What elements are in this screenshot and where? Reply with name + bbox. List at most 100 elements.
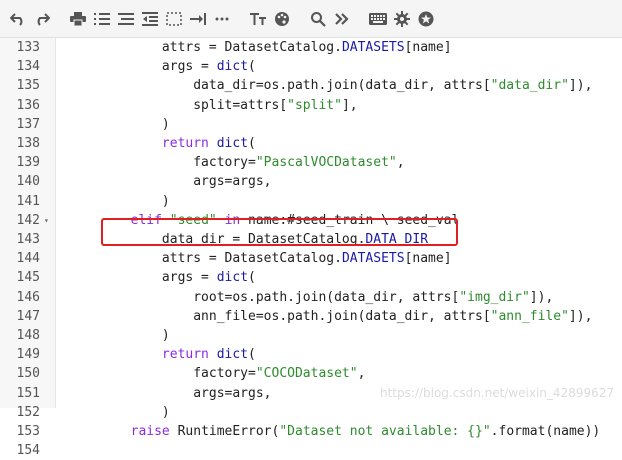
palette-icon[interactable] <box>272 9 292 29</box>
code-line[interactable]: 140 args=args, <box>0 172 622 191</box>
numbered-list-icon[interactable] <box>92 9 112 29</box>
line-number: 145 <box>16 270 40 286</box>
line-number: 152 <box>16 404 40 420</box>
indent-icon[interactable] <box>188 9 208 29</box>
bulleted-list-icon[interactable] <box>116 9 136 29</box>
code-token: return <box>161 347 209 363</box>
code-line[interactable]: 141 ) <box>0 192 622 211</box>
code-token: dict <box>216 59 249 75</box>
line-number: 142 <box>16 212 40 228</box>
code-line[interactable]: 150 factory="COCODataset", <box>0 364 622 383</box>
search-icon[interactable] <box>308 9 328 29</box>
code-text: args=args, <box>68 384 271 403</box>
line-number: 138 <box>16 136 40 151</box>
code-token: dict <box>216 347 249 363</box>
code-token: ann_file=os.path.join(data_dir, attrs[ <box>68 308 491 324</box>
code-line[interactable]: 149 return dict( <box>0 345 622 364</box>
code-line[interactable]: 146 root=os.path.join(data_dir, attrs["i… <box>0 288 622 307</box>
code-token: DATASETS <box>341 251 405 267</box>
code-line[interactable]: 152 ) <box>0 403 622 422</box>
gear-icon[interactable] <box>392 9 412 29</box>
code-token: .format(name)) <box>490 424 601 439</box>
code-line[interactable]: 148 ) <box>0 326 622 345</box>
line-number: 139 <box>16 155 40 171</box>
line-number: 151 <box>16 385 40 401</box>
line-number: 137 <box>16 116 40 132</box>
code-line[interactable]: 137 ) <box>0 115 622 134</box>
keyboard-icon[interactable] <box>368 9 388 29</box>
code-token: RuntimeError( <box>169 424 280 439</box>
code-token: ) <box>68 193 170 209</box>
line-number: 144 <box>16 251 40 267</box>
code-token: ( <box>248 59 256 75</box>
code-line[interactable]: 134 args = dict( <box>0 57 622 76</box>
code-text: data_dir=os.path.join(data_dir, attrs["d… <box>68 76 592 95</box>
more-icon[interactable] <box>212 9 232 29</box>
redo-icon[interactable] <box>32 9 52 29</box>
line-number: 134 <box>16 59 40 75</box>
code-text: raise RuntimeError("Dataset not availabl… <box>68 422 601 441</box>
code-text: ) <box>68 115 170 134</box>
code-line[interactable]: 153 raise RuntimeError("Dataset not avai… <box>0 422 622 441</box>
code-token: "COCODataset" <box>255 366 358 382</box>
line-number: 146 <box>16 289 40 305</box>
code-token: factory= <box>68 155 256 171</box>
code-token: DATASETS <box>341 40 405 55</box>
decrease-indent-icon[interactable] <box>140 9 160 29</box>
code-token: , <box>396 155 405 171</box>
code-text: attrs = DatasetCatalog.DATASETS[name] <box>68 38 452 57</box>
code-token: "split" <box>287 97 342 113</box>
code-text: args=args, <box>68 172 271 191</box>
code-line[interactable]: 139 factory="PascalVOCDataset", <box>0 153 622 172</box>
code-token: , <box>357 366 366 382</box>
select-icon[interactable] <box>164 9 184 29</box>
code-token: "PascalVOCDataset" <box>255 155 397 171</box>
fold-toggle-icon[interactable]: ▾ <box>44 211 49 230</box>
code-token: ( <box>248 347 256 363</box>
code-line[interactable]: 154 <box>0 441 622 460</box>
line-number: 141 <box>16 193 40 209</box>
code-token: ) <box>68 328 170 343</box>
code-line[interactable]: 135 data_dir=os.path.join(data_dir, attr… <box>0 76 622 95</box>
code-text: ann_file=os.path.join(data_dir, attrs["a… <box>68 307 592 326</box>
line-number: 153 <box>16 424 40 439</box>
print-icon[interactable] <box>68 9 88 29</box>
code-token: dict <box>216 136 249 151</box>
star-icon[interactable] <box>416 9 436 29</box>
code-token: attrs = DatasetCatalog. <box>68 251 342 267</box>
code-token: ], <box>341 97 358 113</box>
code-line[interactable]: 144 attrs = DatasetCatalog.DATASETS[name… <box>0 249 622 268</box>
code-text: factory="PascalVOCDataset", <box>68 153 405 172</box>
text-format-icon[interactable] <box>248 9 268 29</box>
code-token: ( <box>248 270 256 286</box>
code-line[interactable]: 147 ann_file=os.path.join(data_dir, attr… <box>0 307 622 326</box>
code-token: "data_dir" <box>490 78 569 94</box>
code-line[interactable]: 133 attrs = DatasetCatalog.DATASETS[name… <box>0 38 622 57</box>
line-number: 143 <box>16 232 40 247</box>
code-text: split=attrs["split"], <box>68 96 358 115</box>
code-text: return dict( <box>68 345 256 364</box>
code-token: "img_dir" <box>459 289 530 305</box>
line-number: 140 <box>16 174 40 190</box>
code-line[interactable]: 138 return dict( <box>0 134 622 153</box>
code-text: attrs = DatasetCatalog.DATASETS[name] <box>68 249 452 268</box>
code-line[interactable]: 136 split=attrs["split"], <box>0 96 622 115</box>
code-token: raise <box>130 424 170 439</box>
undo-icon[interactable] <box>8 9 28 29</box>
code-token: args = <box>68 270 217 286</box>
code-token: [name] <box>404 40 452 55</box>
expand-icon[interactable] <box>332 9 352 29</box>
code-editor[interactable]: 133 attrs = DatasetCatalog.DATASETS[name… <box>0 38 622 458</box>
code-token: "Dataset not available: {}" <box>279 424 491 439</box>
code-token: [name] <box>404 251 452 267</box>
code-text: ) <box>68 403 170 422</box>
code-text: args = dict( <box>68 268 256 287</box>
editor-toolbar <box>0 0 622 38</box>
code-line[interactable]: 145 args = dict( <box>0 268 622 287</box>
code-text: ) <box>68 192 170 211</box>
